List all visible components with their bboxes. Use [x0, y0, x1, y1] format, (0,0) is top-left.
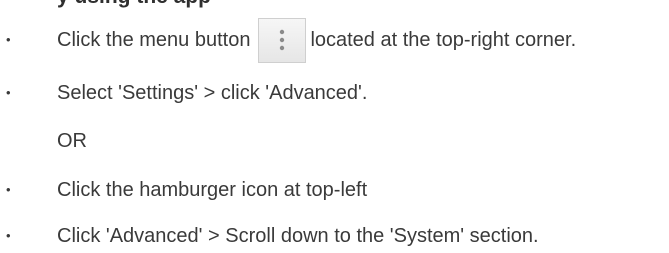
- instruction-step-1: • Click the menu button located at the t…: [0, 17, 669, 63]
- section-heading: y using the app: [57, 0, 211, 8]
- or-label: OR: [57, 130, 87, 152]
- bullet-marker: •: [6, 32, 11, 47]
- step-3-text: Click the hamburger icon at top-left: [57, 179, 368, 201]
- instruction-step-2: • Select 'Settings' > click 'Advanced'.: [0, 76, 669, 110]
- alternative-separator: OR: [0, 124, 669, 158]
- bullet-marker: •: [6, 228, 11, 243]
- instruction-step-3: • Click the hamburger icon at top-left: [0, 173, 669, 207]
- step-2-text: Select 'Settings' > click 'Advanced'.: [57, 82, 368, 104]
- instruction-step-4: • Click 'Advanced' > Scroll down to the …: [0, 219, 669, 253]
- vertical-dots-menu-icon: [280, 29, 285, 51]
- bullet-marker: •: [6, 182, 11, 197]
- bullet-marker: •: [6, 85, 11, 100]
- step-4-text: Click 'Advanced' > Scroll down to the 'S…: [57, 225, 539, 247]
- step-1-text-before: Click the menu button: [57, 29, 251, 51]
- menu-button-image: [258, 17, 307, 63]
- step-1-text-after: located at the top-right corner.: [310, 29, 577, 51]
